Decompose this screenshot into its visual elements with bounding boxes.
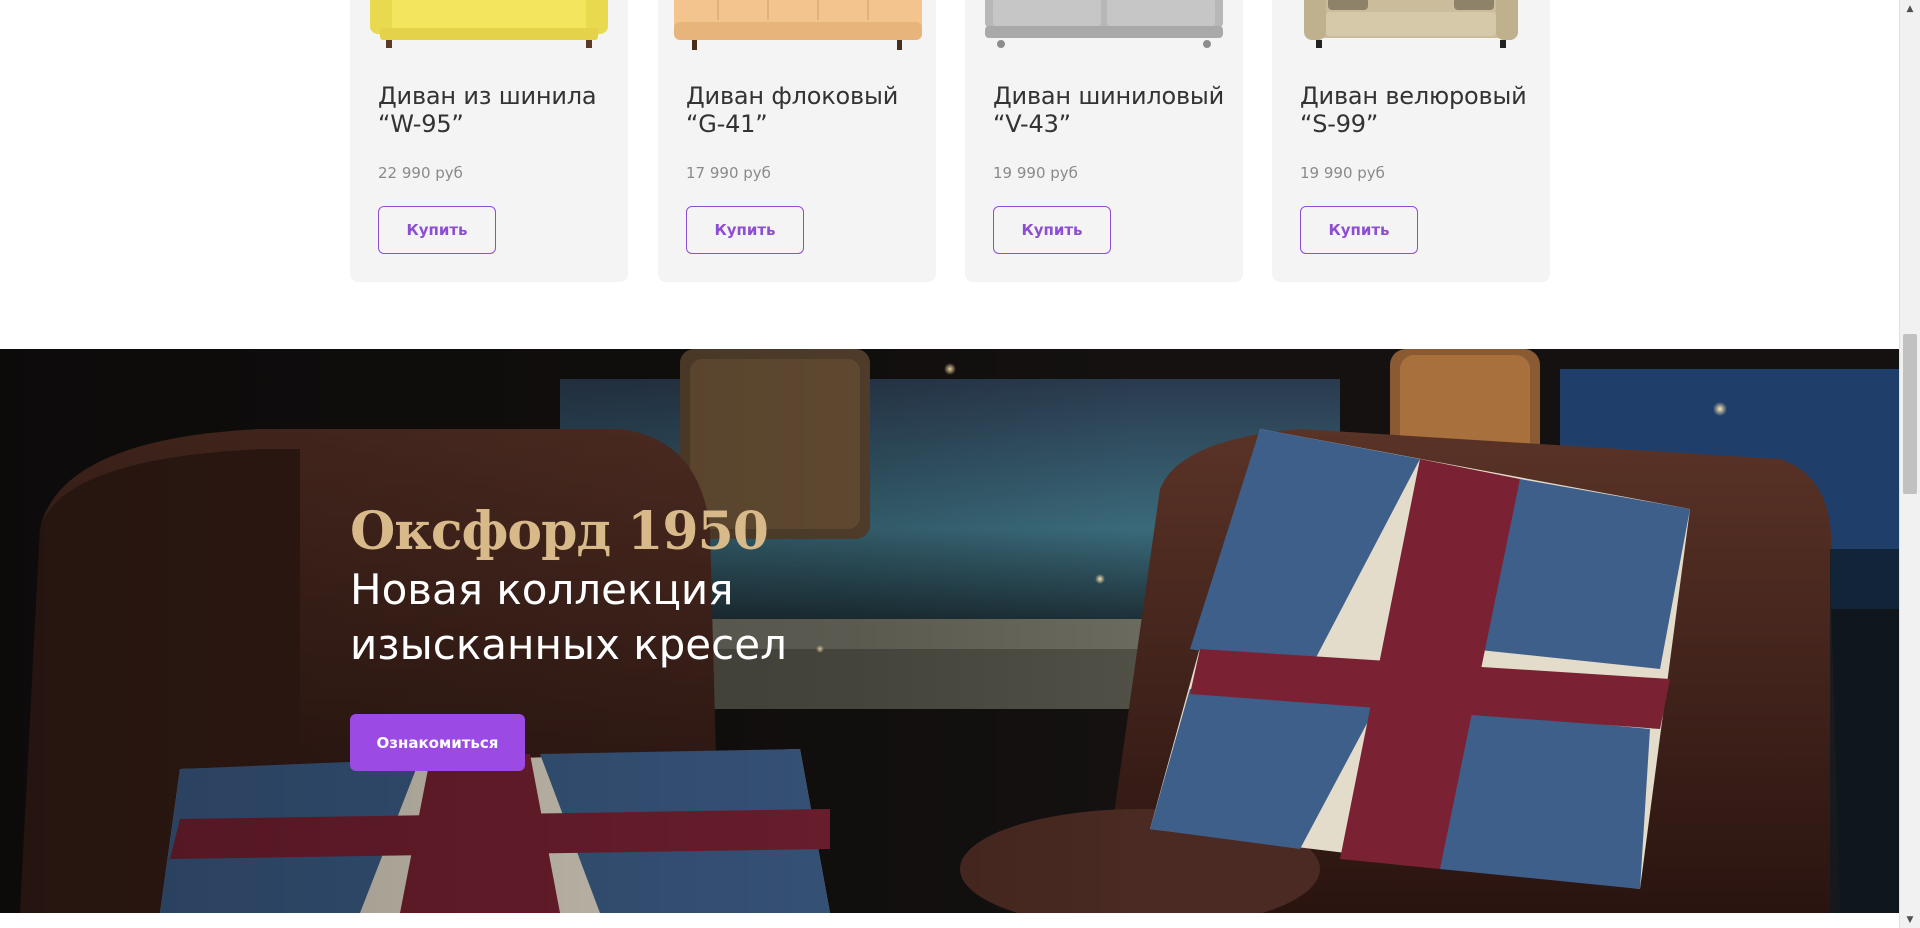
product-title[interactable]: Диван из шинила “W-95”: [378, 82, 618, 138]
product-image: [350, 0, 628, 70]
buy-button[interactable]: Купить: [993, 206, 1111, 254]
banner-overlay: [0, 349, 1899, 913]
product-image: [658, 0, 936, 70]
buy-button[interactable]: Купить: [378, 206, 496, 254]
product-price: 22 990 руб: [378, 164, 463, 182]
product-card: Диван флоковый “G-41” 17 990 руб Купить: [658, 0, 936, 282]
chevron-up-icon[interactable]: ▲: [1900, 0, 1920, 17]
product-title[interactable]: Диван флоковый “G-41”: [686, 82, 926, 138]
product-card: Диван велюровый “S-99” 19 990 руб Купить: [1272, 0, 1550, 282]
product-card: Диван шиниловый “V-43” 19 990 руб Купить: [965, 0, 1243, 282]
product-title[interactable]: Диван велюровый “S-99”: [1300, 82, 1540, 138]
buy-button[interactable]: Купить: [1300, 206, 1418, 254]
explore-button[interactable]: Ознакомиться: [350, 714, 525, 771]
product-image: [1272, 0, 1550, 70]
product-price: 19 990 руб: [993, 164, 1078, 182]
product-price: 17 990 руб: [686, 164, 771, 182]
banner-subtitle: Новая коллекция изысканных кресел: [350, 565, 787, 669]
chevron-down-icon[interactable]: ▼: [1900, 911, 1920, 928]
banner-title: Оксфорд 1950: [350, 501, 769, 562]
product-image: [965, 0, 1243, 70]
scrollbar-thumb[interactable]: [1903, 334, 1917, 494]
buy-button[interactable]: Купить: [686, 206, 804, 254]
product-title[interactable]: Диван шиниловый “V-43”: [993, 82, 1233, 138]
product-card: Диван из шинила “W-95” 22 990 руб Купить: [350, 0, 628, 282]
collection-banner: Оксфорд 1950 Новая коллекция изысканных …: [0, 349, 1899, 913]
product-price: 19 990 руб: [1300, 164, 1385, 182]
vertical-scrollbar[interactable]: ▲ ▼: [1899, 0, 1920, 928]
page: Диван из шинила “W-95” 22 990 руб Купить…: [0, 0, 1899, 928]
product-grid: Диван из шинила “W-95” 22 990 руб Купить…: [0, 0, 1899, 300]
